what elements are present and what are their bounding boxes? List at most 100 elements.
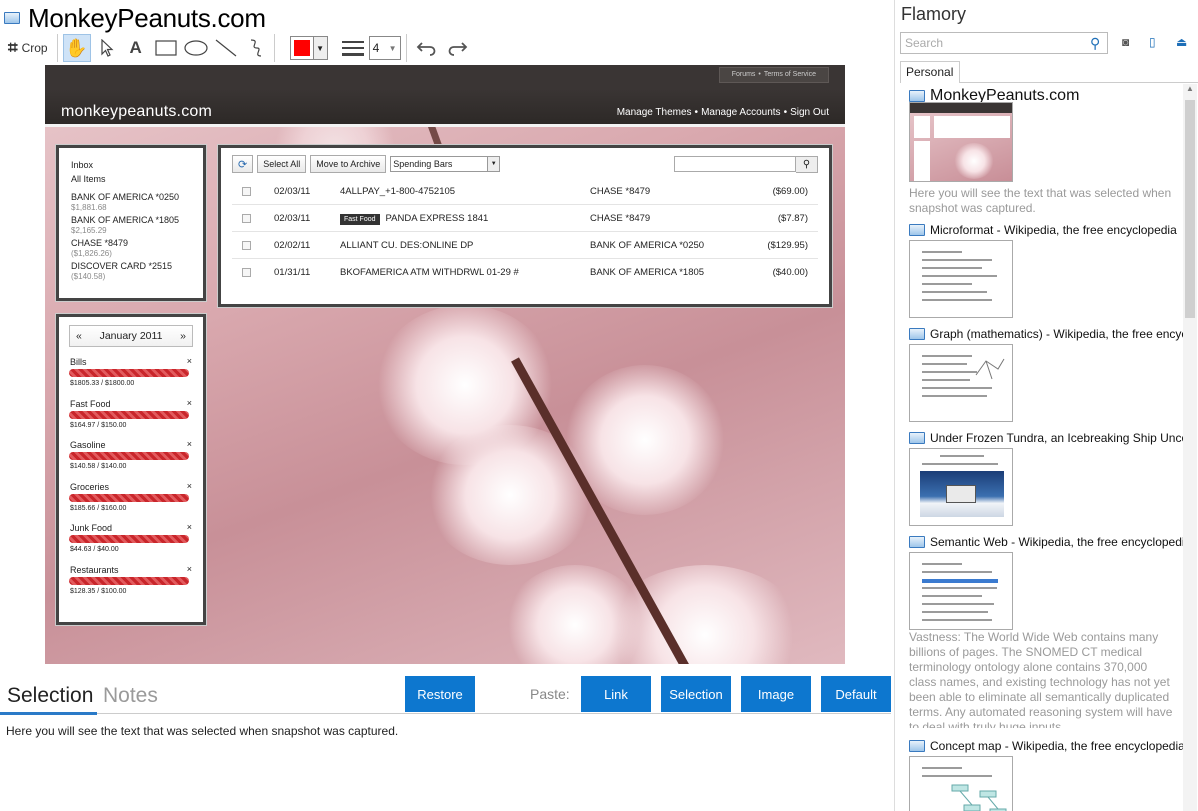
account-item[interactable]: BANK OF AMERICA *1805 $2,165.29 (71, 215, 191, 236)
tab-personal[interactable]: Personal (900, 61, 960, 83)
list-item-title: Semantic Web - Wikipedia, the free encyc… (930, 535, 1183, 549)
list-item[interactable]: Microformat - Wikipedia, the free encycl… (909, 222, 1183, 318)
all-items-link[interactable]: All Items (71, 172, 191, 186)
undo-button[interactable] (414, 34, 440, 62)
select-all-button[interactable]: Select All (257, 155, 307, 173)
line-width-value: 4 (372, 41, 380, 55)
active-tab-indicator (0, 712, 97, 715)
close-icon[interactable]: × (187, 356, 192, 366)
row-checkbox[interactable] (242, 241, 251, 250)
table-row[interactable]: 02/03/11 Fast Food PANDA EXPRESS 1841 CHA… (232, 205, 818, 232)
scroll-up-icon[interactable]: ▲ (1183, 84, 1197, 98)
search-icon[interactable]: ⚲ (796, 155, 818, 173)
table-row[interactable]: 02/03/11 4ALLPAY_+1-800-4752105 CHASE *8… (232, 178, 818, 205)
list-item[interactable]: Graph (mathematics) - Wikipedia, the fre… (909, 326, 1183, 422)
account-item[interactable]: DISCOVER CARD *2515 ($140.58) (71, 261, 191, 282)
list-item[interactable]: Under Frozen Tundra, an Icebreaking Ship… (909, 430, 1183, 526)
restore-button[interactable]: Restore (405, 676, 475, 712)
budget-name: Groceries (70, 481, 110, 492)
row-checkbox[interactable] (242, 268, 251, 277)
snapshot-thumbnail[interactable] (909, 552, 1013, 630)
ellipse-tool-button[interactable] (183, 34, 209, 62)
pointer-tool-button[interactable] (94, 34, 120, 62)
site-top-strip: Forums • Terms of Service (45, 65, 845, 89)
color-swatch[interactable] (289, 36, 314, 60)
snapshot-thumbnail[interactable] (909, 240, 1013, 318)
account-balance: ($140.58) (71, 272, 106, 281)
tab-notes[interactable]: Notes (103, 684, 158, 708)
list-item-title-row: Microformat - Wikipedia, the free encycl… (909, 222, 1183, 238)
account-item[interactable]: BANK OF AMERICA *0250 $1,881.68 (71, 192, 191, 213)
snapshot-thumbnail[interactable] (909, 102, 1013, 182)
list-item-description: Vastness: The World Wide Web contains ma… (909, 630, 1173, 728)
snapshot-thumbnail[interactable] (909, 448, 1013, 526)
search-icon[interactable]: ⚲ (1090, 35, 1100, 52)
crop-icon: ⌗ (8, 38, 18, 57)
tx-amount: ($40.00) (772, 267, 808, 278)
inbox-link[interactable]: Inbox (71, 158, 191, 172)
prev-month-button[interactable]: « (76, 330, 82, 342)
color-picker[interactable]: ▼ (289, 36, 328, 60)
page-icon (909, 90, 925, 102)
sidebar-scrollbar[interactable]: ▲ (1183, 84, 1197, 811)
title-bar: MonkeyPeanuts.com (4, 3, 266, 33)
close-icon[interactable]: × (187, 564, 192, 574)
snapshot-image[interactable]: Forums • Terms of Service monkeypeanuts.… (45, 65, 845, 664)
tx-description: ALLIANT CU. DES:ONLINE DP (340, 240, 474, 251)
scrollbar-thumb[interactable] (1185, 100, 1195, 318)
line-width-select[interactable]: 4 ▼ (368, 36, 401, 60)
account-item[interactable]: CHASE *8479 ($1,826.26) (71, 238, 191, 259)
next-month-button[interactable]: » (180, 330, 186, 342)
close-icon[interactable]: × (187, 398, 192, 408)
text-tool-button[interactable]: A (123, 34, 149, 62)
paste-default-button[interactable]: Default (821, 676, 891, 712)
line-width-icon (340, 34, 366, 62)
transactions-panel: ⟳ Select All Move to Archive Spending Ba… (218, 145, 832, 307)
paste-label: Paste: (530, 686, 570, 702)
budget-name: Bills (70, 357, 87, 367)
move-to-archive-button[interactable]: Move to Archive (310, 155, 387, 173)
paste-selection-button[interactable]: Selection (661, 676, 731, 712)
hand-icon: ✋ (65, 37, 88, 58)
crop-button[interactable]: ⌗ Crop (4, 34, 52, 62)
redo-button[interactable] (444, 34, 470, 62)
chevron-down-icon: ▼ (388, 43, 397, 53)
list-item[interactable]: Concept map - Wikipedia, the free encycl… (909, 738, 1183, 811)
table-row[interactable]: 01/31/11 BKOFAMERICA ATM WITHDRWL 01-29 … (232, 259, 818, 286)
chevron-down-icon[interactable]: ▼ (313, 36, 328, 60)
sign-out-link[interactable]: Sign Out (790, 107, 829, 118)
row-checkbox[interactable] (242, 187, 251, 196)
list-item-title-row: Semantic Web - Wikipedia, the free encyc… (909, 534, 1183, 550)
close-icon[interactable]: × (187, 522, 192, 532)
hand-tool-button[interactable]: ✋ (62, 34, 91, 62)
freehand-tool-button[interactable] (243, 34, 269, 62)
terms-link[interactable]: Terms of Service (764, 71, 816, 79)
forums-link[interactable]: Forums (732, 71, 756, 79)
close-icon[interactable]: × (187, 481, 192, 491)
camera-icon[interactable]: ◙ (1122, 35, 1140, 53)
transaction-search-input[interactable] (674, 156, 796, 172)
search-input[interactable]: Search (900, 32, 1108, 54)
tab-selection[interactable]: Selection (7, 684, 93, 708)
rectangle-icon (154, 40, 177, 56)
row-checkbox[interactable] (242, 214, 251, 223)
tx-description-cell: Fast Food PANDA EXPRESS 1841 (340, 213, 488, 225)
paste-image-button[interactable]: Image (741, 676, 811, 712)
close-icon[interactable]: × (187, 439, 192, 449)
tx-amount: ($7.87) (777, 213, 808, 224)
line-tool-button[interactable] (213, 34, 239, 62)
snapshot-thumbnail[interactable] (909, 756, 1013, 811)
manage-themes-link[interactable]: Manage Themes (617, 107, 692, 118)
manage-accounts-link[interactable]: Manage Accounts (701, 107, 781, 118)
table-row[interactable]: 02/02/11 ALLIANT CU. DES:ONLINE DP BANK … (232, 232, 818, 259)
view-select[interactable]: Spending Bars ▼ (390, 156, 501, 172)
list-item[interactable]: MonkeyPeanuts.com Here you will see the … (909, 88, 1183, 215)
pin-icon[interactable]: ⏏ (1176, 35, 1194, 53)
category-tag[interactable]: Fast Food (340, 214, 380, 225)
refresh-button[interactable]: ⟳ (232, 155, 254, 173)
paste-link-button[interactable]: Link (581, 676, 651, 712)
document-icon[interactable]: ▯ (1149, 35, 1167, 53)
rectangle-tool-button[interactable] (153, 34, 179, 62)
snapshot-thumbnail[interactable] (909, 344, 1013, 422)
list-item[interactable]: Semantic Web - Wikipedia, the free encyc… (909, 534, 1183, 728)
